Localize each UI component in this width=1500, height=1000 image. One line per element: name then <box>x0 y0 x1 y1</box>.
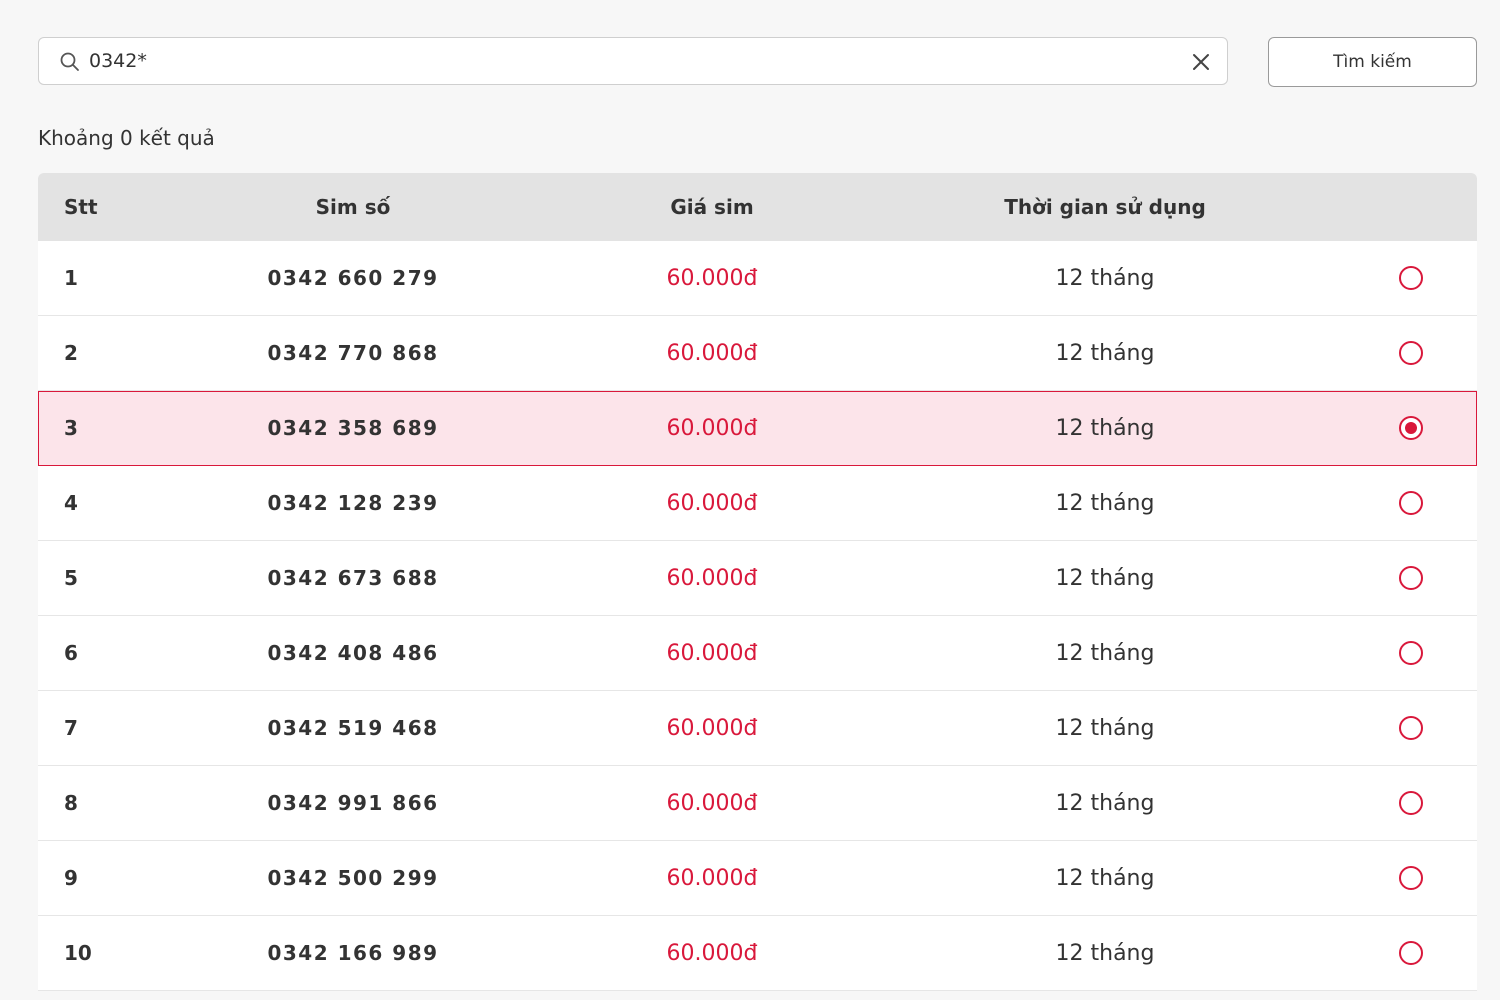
table-header: Stt Sim số Giá sim Thời gian sử dụng <box>38 173 1477 241</box>
row-select-cell <box>1284 641 1477 665</box>
row-stt: 8 <box>64 791 78 815</box>
row-price: 60.000đ <box>666 265 758 291</box>
row-stt: 6 <box>64 641 78 665</box>
table-row[interactable]: 7 0342 519 468 60.000đ 12 tháng <box>38 691 1477 766</box>
table-row[interactable]: 2 0342 770 868 60.000đ 12 tháng <box>38 316 1477 391</box>
row-price: 60.000đ <box>666 715 758 741</box>
result-count: Khoảng 0 kết quả <box>38 126 215 150</box>
row-sim-number: 0342 408 486 <box>267 641 439 665</box>
table-row[interactable]: 4 0342 128 239 60.000đ 12 tháng <box>38 466 1477 541</box>
row-duration: 12 tháng <box>1055 865 1155 891</box>
row-price: 60.000đ <box>666 940 758 966</box>
row-stt: 9 <box>64 866 78 890</box>
table-row[interactable]: 6 0342 408 486 60.000đ 12 tháng <box>38 616 1477 691</box>
row-sim-number: 0342 166 989 <box>267 941 439 965</box>
select-radio[interactable] <box>1399 266 1423 290</box>
select-radio[interactable] <box>1399 566 1423 590</box>
row-sim-number: 0342 358 689 <box>267 416 439 440</box>
row-select-cell <box>1284 866 1477 890</box>
table-body: 1 0342 660 279 60.000đ 12 tháng 2 0342 770 86… <box>38 241 1477 991</box>
row-price: 60.000đ <box>666 865 758 891</box>
row-duration: 12 tháng <box>1055 640 1155 666</box>
search-box[interactable] <box>38 37 1228 85</box>
row-select-cell <box>1284 566 1477 590</box>
row-select-cell <box>1284 791 1477 815</box>
row-sim-number: 0342 128 239 <box>267 491 439 515</box>
row-price: 60.000đ <box>666 790 758 816</box>
header-time: Thời gian sử dụng <box>1004 195 1206 219</box>
row-sim-number: 0342 500 299 <box>267 866 439 890</box>
row-price: 60.000đ <box>666 490 758 516</box>
row-sim-number: 0342 770 868 <box>267 341 439 365</box>
row-price: 60.000đ <box>666 340 758 366</box>
table-row[interactable]: 9 0342 500 299 60.000đ 12 tháng <box>38 841 1477 916</box>
row-stt: 10 <box>64 941 92 965</box>
select-radio[interactable] <box>1399 491 1423 515</box>
row-select-cell <box>1284 716 1477 740</box>
row-stt: 4 <box>64 491 78 515</box>
row-select-cell <box>1284 941 1477 965</box>
select-radio[interactable] <box>1399 866 1423 890</box>
header-price: Giá sim <box>670 195 754 219</box>
row-duration: 12 tháng <box>1055 415 1155 441</box>
select-radio[interactable] <box>1399 641 1423 665</box>
search-input[interactable] <box>89 38 1169 84</box>
row-duration: 12 tháng <box>1055 565 1155 591</box>
row-stt: 2 <box>64 341 78 365</box>
table-row[interactable]: 8 0342 991 866 60.000đ 12 tháng <box>38 766 1477 841</box>
row-stt: 1 <box>64 266 78 290</box>
row-stt: 5 <box>64 566 78 590</box>
table-row[interactable]: 3 0342 358 689 60.000đ 12 tháng <box>38 391 1477 466</box>
row-duration: 12 tháng <box>1055 265 1155 291</box>
row-duration: 12 tháng <box>1055 490 1155 516</box>
row-select-cell <box>1284 491 1477 515</box>
select-radio[interactable] <box>1399 941 1423 965</box>
row-select-cell <box>1284 416 1477 440</box>
row-price: 60.000đ <box>666 640 758 666</box>
row-stt: 3 <box>64 416 78 440</box>
row-select-cell <box>1284 266 1477 290</box>
search-icon <box>60 52 79 71</box>
row-duration: 12 tháng <box>1055 715 1155 741</box>
select-radio[interactable] <box>1399 341 1423 365</box>
row-price: 60.000đ <box>666 415 758 441</box>
row-duration: 12 tháng <box>1055 340 1155 366</box>
header-sim: Sim số <box>315 195 391 219</box>
row-duration: 12 tháng <box>1055 790 1155 816</box>
row-select-cell <box>1284 341 1477 365</box>
row-stt: 7 <box>64 716 78 740</box>
row-duration: 12 tháng <box>1055 940 1155 966</box>
row-sim-number: 0342 519 468 <box>267 716 439 740</box>
table-row[interactable]: 5 0342 673 688 60.000đ 12 tháng <box>38 541 1477 616</box>
close-icon[interactable] <box>1191 52 1211 72</box>
select-radio[interactable] <box>1399 716 1423 740</box>
table-row[interactable]: 1 0342 660 279 60.000đ 12 tháng <box>38 241 1477 316</box>
search-button[interactable]: Tìm kiếm <box>1268 37 1477 87</box>
row-sim-number: 0342 673 688 <box>267 566 439 590</box>
row-price: 60.000đ <box>666 565 758 591</box>
select-radio[interactable] <box>1399 791 1423 815</box>
table-row[interactable]: 10 0342 166 989 60.000đ 12 tháng <box>38 916 1477 991</box>
sim-table: Stt Sim số Giá sim Thời gian sử dụng 1 03… <box>38 173 1477 991</box>
select-radio[interactable] <box>1399 416 1423 440</box>
row-sim-number: 0342 991 866 <box>267 791 439 815</box>
header-stt: Stt <box>64 195 98 219</box>
radio-dot <box>1405 422 1417 434</box>
row-sim-number: 0342 660 279 <box>267 266 439 290</box>
